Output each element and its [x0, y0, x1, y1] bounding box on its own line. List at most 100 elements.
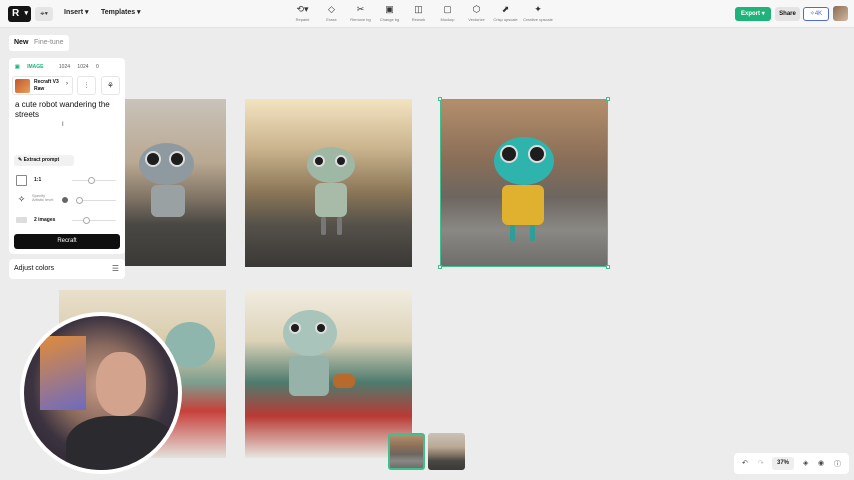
recraft-button[interactable]: Recraft — [14, 234, 120, 249]
share-button[interactable]: Share — [775, 7, 800, 21]
repaint-tool[interactable]: ⟲▾ Repaint — [288, 4, 317, 26]
robot-eye — [335, 155, 347, 167]
app-logo-menu[interactable]: R ▾ — [8, 6, 31, 22]
credits-label: 4K — [814, 11, 823, 17]
style-button[interactable]: ⚘ — [101, 76, 120, 95]
repaint-label: Repaint — [295, 17, 310, 22]
adjust-colors-button[interactable]: Adjust colors ☰ — [9, 259, 125, 279]
canvas-controls: ↶ ↷ 37% ◈ ◉ ⓘ — [734, 453, 849, 474]
upscale-icon: ⬈ — [501, 4, 510, 14]
variation-thumbnails — [388, 433, 466, 470]
burger — [333, 374, 355, 388]
resize-handle[interactable] — [438, 97, 442, 101]
vectorize-icon: ⬡ — [472, 4, 481, 14]
undo-icon[interactable]: ↶ — [742, 459, 748, 467]
change-bg-tool[interactable]: ▣ Change bg — [375, 4, 404, 26]
robot-body — [151, 185, 185, 217]
robot-body — [289, 356, 329, 396]
credits-button[interactable]: ✧4K — [803, 7, 829, 21]
artistic-icon: ✧ — [17, 194, 26, 204]
resize-handle[interactable] — [606, 97, 610, 101]
change-bg-label: Change bg — [379, 17, 400, 22]
crisp-upscale-tool[interactable]: ⬈ Crisp upscale — [491, 4, 520, 26]
templates-menu-label: Templates — [101, 9, 136, 16]
canvas-image-robot-street-1[interactable] — [125, 99, 226, 266]
sliders-icon: ☰ — [111, 264, 119, 273]
slider-knob[interactable] — [76, 197, 83, 204]
insert-menu-label: Insert — [64, 9, 84, 16]
background-poster — [40, 336, 86, 410]
artistic-slider[interactable] — [76, 197, 116, 204]
resize-handle[interactable] — [438, 265, 442, 269]
image-type-label: ▣ IMAGE — [15, 64, 50, 70]
creative-upscale-label: Creative upscale — [523, 17, 553, 22]
settings-sliders-button[interactable]: ⫶ — [77, 76, 96, 95]
share-label: Share — [779, 11, 796, 17]
avatar[interactable] — [833, 6, 848, 21]
logo-text: R — [12, 8, 20, 19]
slider-knob[interactable] — [88, 177, 95, 184]
model-selector[interactable]: Recraft V3 Raw › — [12, 76, 73, 95]
prompt-input[interactable]: a cute robot wandering the streets — [15, 100, 123, 120]
slider-knob[interactable] — [83, 217, 90, 224]
image-meta: ▣ IMAGE 1024 1024 0 — [15, 64, 105, 70]
artistic-toggle[interactable] — [62, 197, 68, 203]
count-value: 0 — [95, 64, 99, 70]
top-toolbar: R ▾ ⌖▾ Insert ▾ Templates ▾ ⟲▾ Repaint ◇ Er… — [0, 0, 854, 28]
adjust-colors-label: Adjust colors — [14, 265, 55, 272]
sliders-icon: ⫶ — [85, 81, 88, 90]
vectorize-label: Vectorize — [468, 17, 485, 22]
presenter-shirt — [66, 416, 176, 470]
mockup-tool[interactable]: ▢ Mockup — [433, 4, 462, 26]
select-tool-button[interactable]: ⌖▾ — [35, 7, 53, 21]
redo-icon[interactable]: ↷ — [758, 459, 764, 467]
erase-label: Erase — [326, 17, 337, 22]
canvas-image-robot-diner-2[interactable] — [245, 290, 412, 458]
image-count-label: 2 images — [34, 217, 56, 223]
thumbnail-2[interactable] — [428, 433, 465, 470]
image-tools: ⟲▾ Repaint ◇ Erase ✂ Remove bg ▣ Change bg ◫… — [288, 4, 556, 26]
aspect-ratio-row: 1:1 — [14, 175, 122, 189]
width-value: 1024 — [58, 64, 71, 70]
rework-tool[interactable]: ◫ Rework — [404, 4, 433, 26]
insert-menu[interactable]: Insert ▾ — [64, 8, 89, 16]
tab-new[interactable]: New — [14, 39, 28, 46]
vectorize-tool[interactable]: ⬡ Vectorize — [462, 4, 491, 26]
text-cursor-icon: I — [62, 122, 64, 128]
extract-prompt-label: Extract prompt — [23, 157, 60, 163]
extract-prompt-button[interactable]: ✎ Extract prompt — [14, 155, 74, 166]
canvas-image-robot-street-2[interactable] — [245, 99, 412, 267]
help-icon[interactable]: ⓘ — [834, 459, 841, 469]
robot-eye — [145, 151, 161, 167]
height-value: 1024 — [77, 64, 89, 70]
robot-leg — [321, 217, 326, 235]
templates-menu[interactable]: Templates ▾ — [101, 8, 141, 16]
robot-leg — [337, 217, 342, 235]
robot-eye — [315, 322, 327, 334]
resize-handle[interactable] — [606, 265, 610, 269]
tab-fine-tune[interactable]: Fine-tune — [34, 39, 64, 46]
image-count-slider[interactable] — [72, 217, 116, 224]
erase-tool[interactable]: ◇ Erase — [317, 4, 346, 26]
export-label: Export — [741, 11, 761, 17]
thumbnail-1[interactable] — [388, 433, 425, 470]
selection-frame[interactable] — [438, 97, 610, 269]
aspect-ratio-label: 1:1 — [34, 177, 42, 183]
chevron-down-icon: ▾ — [24, 10, 28, 17]
creative-upscale-tool[interactable]: ✦ Creative upscale — [520, 4, 556, 26]
layers-icon[interactable]: ◈ — [803, 459, 808, 467]
palette-icon[interactable]: ◉ — [818, 459, 824, 467]
model-thumbnail — [15, 79, 30, 93]
robot-eye — [313, 155, 325, 167]
artistic-level-label: Specify Artistic level — [32, 193, 54, 202]
webcam-overlay — [20, 312, 182, 474]
image-swap-icon: ▣ — [385, 4, 394, 14]
generation-panel: ▣ IMAGE 1024 1024 0 Recraft V3 Raw › ⫶ ⚘… — [9, 58, 125, 254]
creative-upscale-icon: ✦ — [534, 4, 542, 14]
zoom-level[interactable]: 37% — [772, 457, 794, 470]
export-button[interactable]: Export ▾ — [735, 7, 771, 21]
robot-body — [315, 183, 347, 217]
remove-bg-tool[interactable]: ✂ Remove bg — [346, 4, 375, 26]
aspect-ratio-slider[interactable] — [72, 177, 116, 184]
mockup-label: Mockup — [440, 17, 455, 22]
